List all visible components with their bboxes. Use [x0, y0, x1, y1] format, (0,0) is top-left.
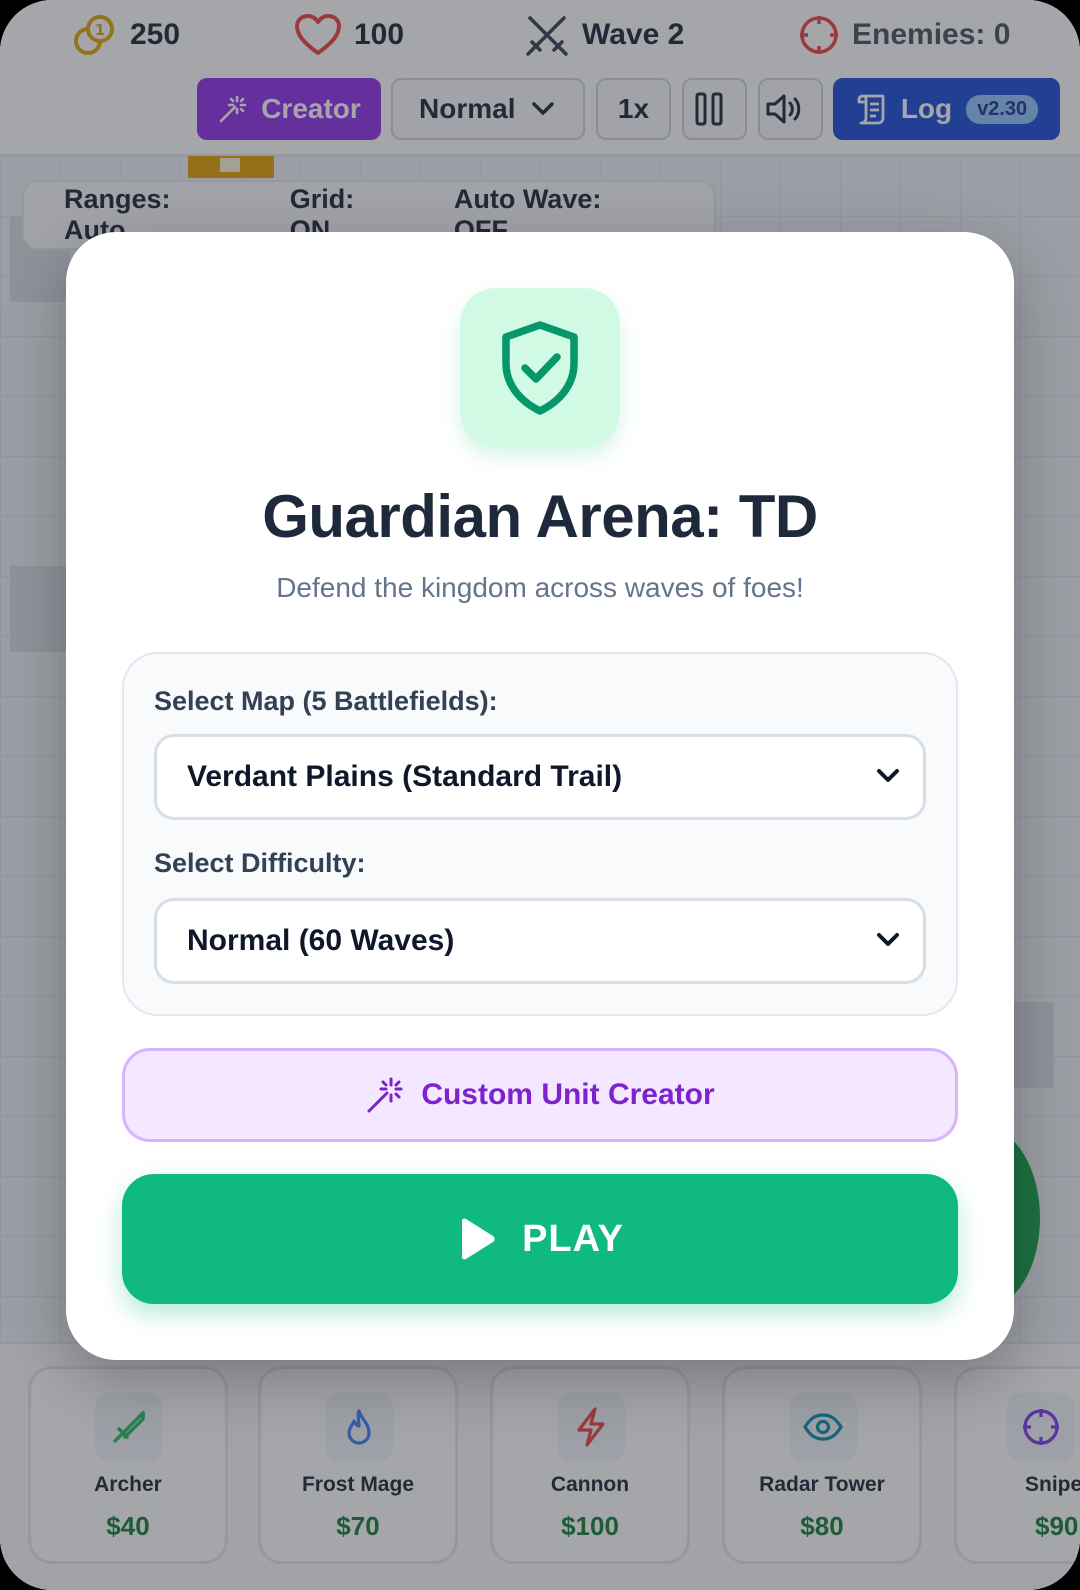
chevron-down-icon	[877, 769, 899, 782]
map-select[interactable]: Verdant Plains (Standard Trail)	[154, 734, 926, 820]
custom-unit-creator-button[interactable]: Custom Unit Creator	[122, 1048, 958, 1142]
play-icon	[462, 1218, 495, 1260]
game-screen: 1 250 100 Wave 2 Enemies: 0 Creator Norm…	[0, 0, 1080, 1590]
chevron-down-icon	[877, 933, 899, 946]
game-title: Guardian Arena: TD	[262, 483, 818, 550]
play-button-label: PLAY	[522, 1217, 624, 1260]
difficulty-select-label: Select Difficulty:	[154, 848, 366, 878]
difficulty-select-value: Normal (60 Waves)	[187, 924, 455, 957]
custom-unit-creator-label: Custom Unit Creator	[421, 1078, 715, 1111]
play-button[interactable]: PLAY	[122, 1174, 958, 1304]
difficulty-select[interactable]: Normal (60 Waves)	[154, 898, 926, 984]
map-select-label: Select Map (5 Battlefields):	[154, 686, 498, 716]
game-settings-card: Select Map (5 Battlefields): Verdant Pla…	[122, 652, 958, 1016]
map-select-value: Verdant Plains (Standard Trail)	[187, 760, 623, 793]
game-subtitle: Defend the kingdom across waves of foes!	[276, 572, 804, 603]
shield-check-icon	[460, 288, 620, 448]
magic-wand-icon	[367, 1077, 403, 1113]
start-game-dialog: Guardian Arena: TD Defend the kingdom ac…	[66, 232, 1014, 1360]
